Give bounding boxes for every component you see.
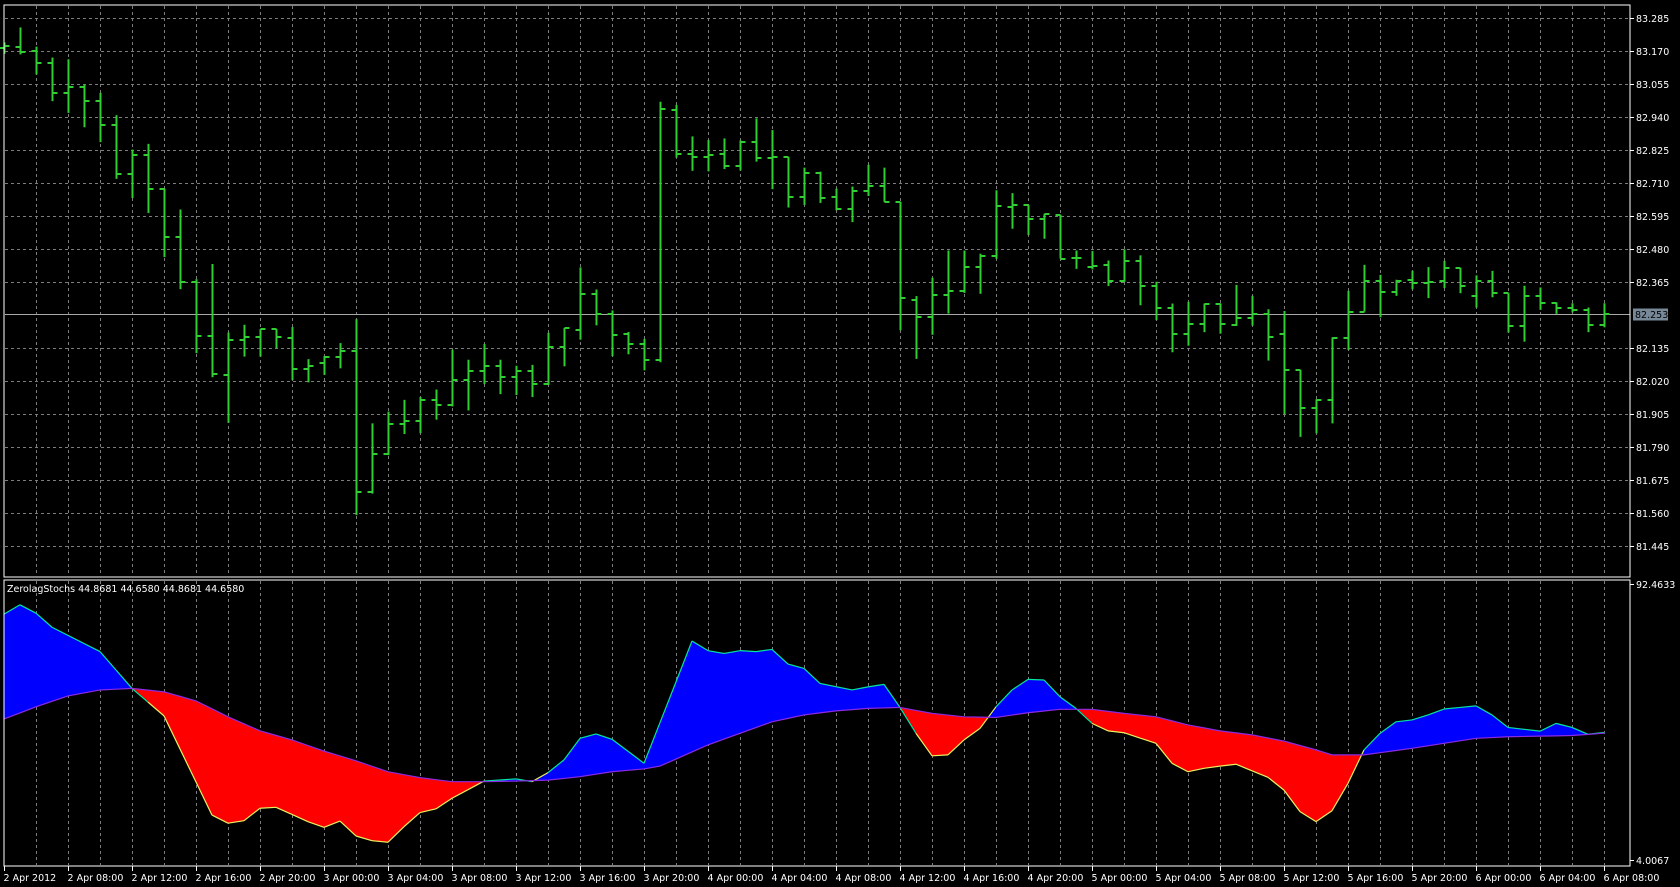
time-tick-label: 5 Apr 04:00 (1156, 873, 1212, 884)
indicator-fill-bearish (1315, 749, 1333, 823)
indicator-fill-bullish (1395, 719, 1413, 751)
price-tick-label: 82.825 (1636, 146, 1669, 157)
indicator-fill-bullish (3, 604, 21, 720)
price-tick-label: 83.055 (1636, 80, 1669, 91)
time-tick-label: 4 Apr 16:00 (964, 873, 1020, 884)
time-tick-label: 6 Apr 04:00 (1540, 873, 1596, 884)
time-tick-label: 2 Apr 20:00 (260, 873, 316, 884)
time-tick-label: 3 Apr 04:00 (388, 873, 444, 884)
indicator-fill-bullish (1459, 705, 1477, 742)
time-tick-label: 5 Apr 08:00 (1220, 873, 1276, 884)
indicator-fill-bullish (739, 650, 757, 734)
time-tick-label: 2 Apr 12:00 (132, 873, 188, 884)
indicator-tick-label: 92.4633 (1636, 580, 1675, 591)
time-tick-label: 3 Apr 08:00 (452, 873, 508, 884)
indicator-fill-bearish (307, 745, 325, 828)
indicator-fill-bearish (1251, 734, 1269, 778)
time-tick-label: 4 Apr 20:00 (1028, 873, 1084, 884)
indicator-fill-bullish (755, 649, 773, 728)
time-tick-label: 4 Apr 12:00 (900, 873, 956, 884)
main-line-segment (1027, 678, 1045, 681)
indicator-fill-bullish (691, 640, 709, 753)
indicator-fill-bullish (1027, 679, 1045, 714)
time-tick-label: 4 Apr 00:00 (708, 873, 764, 884)
time-tick-label: 5 Apr 16:00 (1348, 873, 1404, 884)
indicator-fill-bearish (243, 723, 261, 822)
indicator-fill-bullish (867, 684, 885, 709)
indicator-fill-bullish (835, 686, 853, 712)
indicator-fill-bullish (819, 683, 837, 714)
indicator-fill-bullish (851, 686, 869, 710)
time-tick-label: 4 Apr 04:00 (772, 873, 828, 884)
price-tick-label: 82.365 (1636, 278, 1669, 289)
indicator-fill-bearish (227, 716, 245, 824)
time-tick-label: 3 Apr 00:00 (324, 873, 380, 884)
trading-chart[interactable]: ZerolagStochs 44.8681 44.6580 44.8681 44… (0, 0, 1680, 887)
current-price-value: 82.253 (1635, 310, 1668, 321)
indicator-fill-bullish (1443, 707, 1461, 744)
indicator-fill-bearish (323, 750, 341, 828)
time-tick-label: 3 Apr 12:00 (516, 873, 572, 884)
price-tick-label: 82.940 (1636, 113, 1669, 124)
price-tick-label: 82.595 (1636, 212, 1669, 223)
price-tick-label: 82.020 (1636, 377, 1669, 388)
price-tick-label: 81.560 (1636, 509, 1669, 520)
indicator-fill-bullish (1411, 714, 1429, 749)
price-tick-label: 82.480 (1636, 245, 1669, 256)
indicator-fill-bearish (355, 760, 373, 842)
indicator-fill-bearish (1219, 730, 1237, 767)
price-tick-label: 82.710 (1636, 179, 1669, 190)
time-tick-label: 3 Apr 16:00 (580, 873, 636, 884)
time-tick-label: 3 Apr 20:00 (644, 873, 700, 884)
time-tick-label: 2 Apr 2012 (4, 873, 57, 884)
indicator-fill-bearish (259, 730, 277, 809)
indicator-fill-bearish (291, 739, 309, 823)
indicator-tick-label: 4.0067 (1636, 856, 1669, 867)
indicator-fill-bearish (371, 765, 389, 843)
time-tick-label: 5 Apr 20:00 (1412, 873, 1468, 884)
price-tick-label: 81.790 (1636, 443, 1669, 454)
indicator-fill-bullish (67, 634, 85, 697)
indicator-fill-bullish (51, 626, 69, 702)
price-tick-label: 81.675 (1636, 476, 1669, 487)
price-tick-label: 81.905 (1636, 410, 1669, 421)
indicator-fill-bearish (419, 777, 437, 813)
price-tick-label: 83.170 (1636, 47, 1669, 58)
time-tick-label: 5 Apr 00:00 (1092, 873, 1148, 884)
time-tick-label: 4 Apr 08:00 (836, 873, 892, 884)
indicator-fill-bearish (1187, 724, 1205, 773)
indicator-fill-bearish (1299, 745, 1317, 823)
time-tick-label: 2 Apr 08:00 (68, 873, 124, 884)
indicator-fill-bearish (1203, 727, 1221, 769)
indicator-fill-bullish (787, 663, 805, 719)
time-tick-label: 6 Apr 00:00 (1476, 873, 1532, 884)
indicator-fill-bullish (707, 650, 725, 746)
indicator-fill-bullish (723, 650, 741, 740)
time-tick-label: 5 Apr 12:00 (1284, 873, 1340, 884)
indicator-fill-bullish (595, 733, 613, 775)
indicator-fill-bullish (19, 604, 37, 714)
indicator-fill-bearish (931, 713, 949, 757)
price-tick-label: 81.445 (1636, 542, 1669, 553)
indicator-fill-bearish (275, 734, 293, 815)
time-tick-label: 2 Apr 16:00 (196, 873, 252, 884)
current-price-label: 82.253 (1633, 308, 1668, 321)
indicator-label: ZerolagStochs 44.8681 44.6580 44.8681 44… (7, 584, 244, 595)
indicator-fill-bearish (211, 708, 229, 824)
indicator-fill-bearish (1107, 711, 1125, 734)
price-tick-label: 82.135 (1636, 344, 1669, 355)
price-tick-label: 83.285 (1636, 14, 1669, 25)
time-tick-label: 6 Apr 08:00 (1604, 873, 1660, 884)
indicator-fill-bullish (35, 612, 53, 708)
indicator-fill-bullish (579, 733, 597, 778)
